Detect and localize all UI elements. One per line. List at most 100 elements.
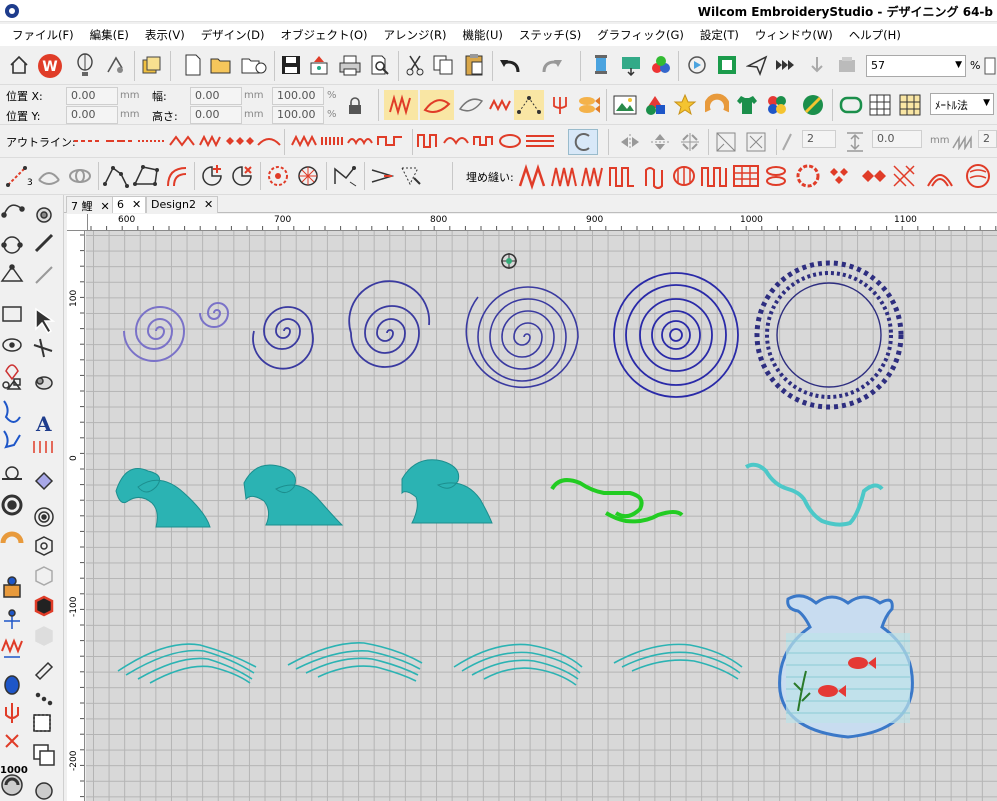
branch-icon[interactable] [396, 162, 424, 190]
machine-disabled-icon[interactable] [834, 52, 860, 78]
shapes-icon[interactable] [640, 90, 670, 120]
hot-air-balloon-icon[interactable] [72, 52, 98, 78]
mirror-horizontal-icon[interactable] [616, 129, 644, 155]
mirror-vertical-icon[interactable] [646, 129, 674, 155]
redo-icon[interactable] [536, 52, 566, 78]
concentric-circles-design[interactable] [613, 272, 739, 398]
wave-design-3[interactable] [401, 459, 493, 524]
menu-edit[interactable]: 編集(E) [90, 27, 129, 43]
menu-function[interactable]: 機能(U) [463, 27, 503, 43]
menu-settings[interactable]: 設定(T) [700, 27, 739, 43]
menu-object[interactable]: オブジェクト(O) [281, 27, 368, 43]
zoom-fit-icon[interactable] [983, 55, 997, 77]
add-object-icon[interactable] [198, 162, 226, 190]
input-line-icon[interactable]: 3 [4, 162, 34, 190]
zoom-combo[interactable]: 57 ▼ [866, 55, 966, 77]
fish-icon[interactable] [574, 90, 604, 120]
spiral-large-design[interactable] [465, 286, 579, 388]
knife-icon[interactable] [368, 162, 396, 190]
wave-line-design-2[interactable] [287, 642, 423, 682]
remove-object-icon[interactable] [228, 162, 256, 190]
copy-icon[interactable] [430, 52, 456, 78]
send-icon[interactable] [744, 52, 770, 78]
tab-koi[interactable]: 7 鯉 ✕ [66, 196, 115, 213]
digitize-column-icon[interactable] [162, 162, 190, 190]
curve-grey-icon[interactable] [36, 162, 62, 190]
print-preview-icon[interactable] [366, 52, 394, 78]
outline-satin-types-icon[interactable] [290, 131, 410, 151]
fill-satin-icon[interactable] [420, 90, 454, 120]
spiral-small-design[interactable] [252, 306, 314, 370]
circle-grey-icon[interactable] [66, 162, 94, 190]
fill-types-icon[interactable] [518, 162, 996, 190]
new-file-icon[interactable] [180, 52, 206, 78]
cut-icon[interactable] [402, 52, 428, 78]
digitize-polygon-icon[interactable] [102, 162, 130, 190]
color-blocks-icon[interactable] [648, 52, 674, 78]
arc-icon[interactable] [568, 129, 598, 155]
fish-bowl-design[interactable] [778, 594, 914, 739]
color-wheel-icon[interactable] [762, 90, 792, 120]
shirt-icon[interactable] [732, 90, 762, 120]
open-folder-icon[interactable] [208, 52, 236, 78]
leaf-icon[interactable] [456, 90, 486, 120]
print-icon[interactable] [336, 52, 364, 78]
sawtooth-icon[interactable] [950, 129, 976, 155]
outline-spin1[interactable]: 2 [802, 130, 836, 148]
menu-arrange[interactable]: アレンジ(R) [384, 27, 447, 43]
width-percent-field[interactable]: 100.00 [272, 87, 324, 105]
cloud-swirl-design-teal[interactable] [744, 462, 884, 527]
thread-spool-icon[interactable] [588, 52, 614, 78]
menu-file[interactable]: ファイル(F) [12, 27, 74, 43]
outline-spin2[interactable]: 0.0 [872, 130, 922, 148]
grid-snap-icon[interactable] [896, 90, 924, 120]
no-color-icon[interactable] [798, 90, 828, 120]
close-icon[interactable]: ✕ [132, 198, 141, 211]
paste-icon[interactable] [460, 52, 488, 78]
menu-graphics[interactable]: グラフィック(G) [597, 27, 684, 43]
menu-view[interactable]: 表示(V) [145, 27, 185, 43]
tab-design2[interactable]: Design2 ✕ [146, 196, 219, 213]
stitch-arrow-icon[interactable] [804, 52, 830, 78]
digitize-closed-icon[interactable] [132, 162, 160, 190]
lock-proportion-icon[interactable] [342, 93, 368, 119]
spiral-double-design[interactable] [123, 302, 230, 362]
rotate-icon[interactable] [742, 129, 770, 155]
wave-design-1[interactable] [115, 468, 211, 528]
node-path-icon[interactable] [514, 90, 544, 120]
menu-design[interactable]: デザイン(D) [201, 27, 265, 43]
height-adjust-icon[interactable] [842, 129, 868, 155]
wave-line-design-1[interactable] [117, 643, 257, 684]
satin-icon[interactable] [384, 90, 418, 120]
windows-icon[interactable] [138, 52, 164, 78]
slant-icon[interactable] [780, 129, 794, 155]
wave-line-design-4[interactable] [613, 643, 743, 680]
zigzag-fill-icon[interactable] [486, 90, 516, 120]
machine-icon[interactable] [102, 52, 128, 78]
outline-types-icon[interactable] [72, 131, 282, 151]
outline-fancy-types-icon[interactable] [416, 131, 566, 151]
hoop-icon[interactable] [836, 90, 866, 120]
kaleido-icon[interactable] [294, 162, 322, 190]
star-icon[interactable] [670, 90, 700, 120]
spiral-medium-design[interactable] [348, 280, 431, 368]
stitch-player-icon[interactable] [684, 52, 710, 78]
export-icon[interactable] [306, 52, 332, 78]
trident-icon[interactable] [546, 90, 574, 120]
donut-icon[interactable] [702, 90, 732, 120]
wave-design-2[interactable] [243, 464, 344, 526]
menu-help[interactable]: ヘルプ(H) [849, 27, 901, 43]
image-download-icon[interactable] [618, 52, 644, 78]
undo-icon[interactable] [496, 52, 526, 78]
width-field[interactable]: 0.00 [190, 87, 242, 105]
measure-combo[interactable]: ﾒｰﾄﾙ法 ▼ [930, 93, 994, 115]
fast-forward-icon[interactable] [774, 52, 800, 78]
pos-x-field[interactable]: 0.00 [66, 87, 118, 105]
wilcom-logo-icon[interactable]: W [36, 52, 64, 80]
wave-line-design-3[interactable] [453, 643, 583, 686]
mirror-both-icon[interactable] [676, 129, 704, 155]
tab-6[interactable]: 6 ✕ [112, 196, 147, 213]
close-icon[interactable]: ✕ [101, 200, 110, 213]
flip-icon[interactable] [712, 129, 740, 155]
close-icon[interactable]: ✕ [204, 198, 213, 211]
